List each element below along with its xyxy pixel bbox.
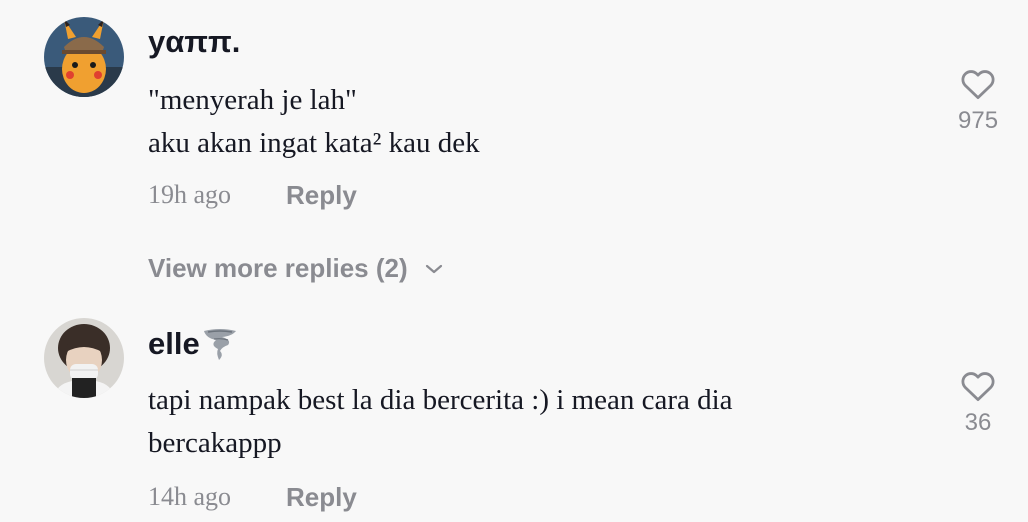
comment-item: yαππ. "menyerah je lah" aku akan ingat k…: [0, 0, 1028, 230]
comment-text-line: bercakappp: [148, 427, 282, 459]
comment-text-line: tapi nampak best la dia bercerita :) i m…: [148, 384, 733, 416]
comment-meta: 19h ago Reply: [148, 180, 357, 210]
username-text: elle: [148, 326, 200, 361]
chevron-down-icon: [425, 264, 442, 273]
avatar[interactable]: [44, 17, 124, 97]
like-button[interactable]: 36: [958, 368, 998, 437]
comment-text: tapi nampak best la dia bercerita :) i m…: [148, 379, 868, 465]
avatar[interactable]: [44, 318, 124, 398]
timestamp: 14h ago: [148, 482, 232, 511]
heart-icon[interactable]: [959, 66, 997, 100]
comment-text-line: aku akan ingat kata² kau dek: [148, 127, 480, 159]
comment-item: elle tapi nampak best la dia bercerita :…: [0, 300, 1028, 522]
view-more-replies-button[interactable]: View more replies (2): [148, 253, 444, 284]
timestamp: 19h ago: [148, 180, 232, 209]
reply-button[interactable]: Reply: [286, 180, 357, 211]
like-count: 975: [958, 107, 999, 134]
comment-text-line: "menyerah je lah": [148, 84, 357, 116]
view-more-replies-label: View more replies (2): [148, 253, 408, 283]
comment-meta: 14h ago Reply: [148, 482, 357, 512]
heart-icon[interactable]: [959, 368, 997, 402]
like-count: 36: [964, 409, 992, 436]
comment-text: "menyerah je lah" aku akan ingat kata² k…: [148, 79, 868, 165]
tornado-icon: [203, 329, 236, 360]
username[interactable]: yαππ.: [148, 24, 240, 60]
reply-button[interactable]: Reply: [286, 482, 357, 513]
username[interactable]: elle: [148, 326, 238, 362]
like-button[interactable]: 975: [958, 66, 998, 135]
